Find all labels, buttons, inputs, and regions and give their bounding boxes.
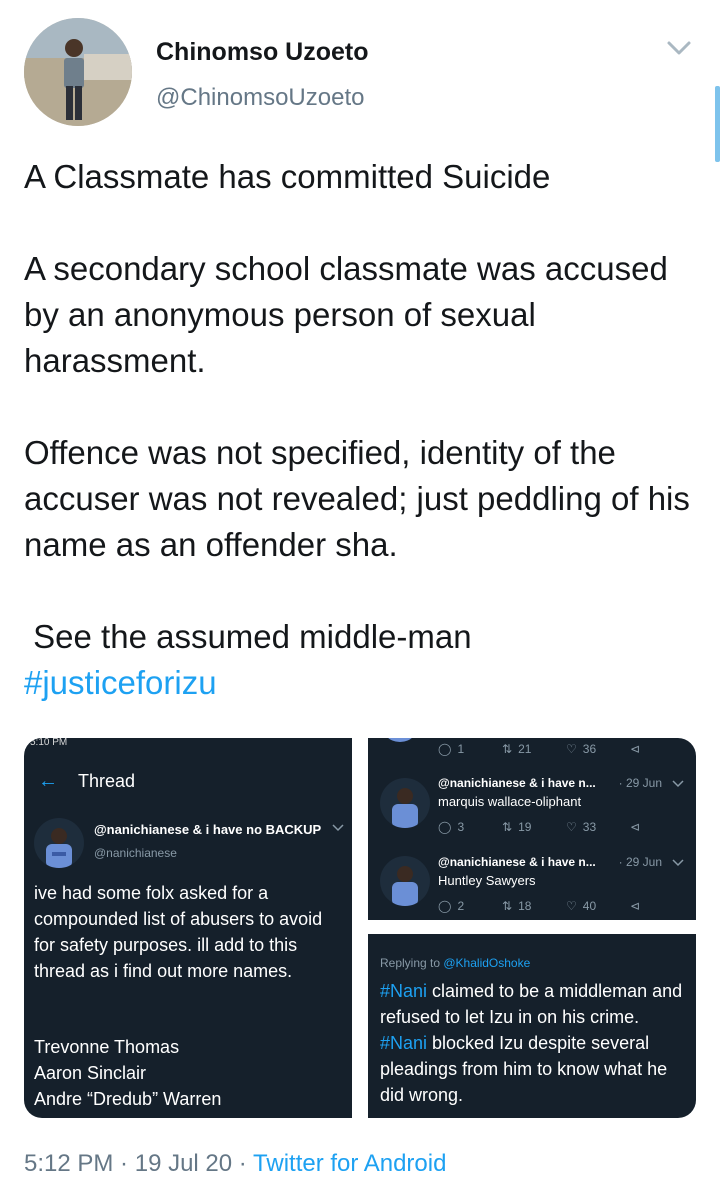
claim-line: #Nani claimed to be a middleman and refu… [380,981,683,1027]
author-name: @nanichianese & i have no BACKUP [94,822,322,837]
list-item: Trevonne Thomas [34,1037,180,1057]
heart-icon: ♡ [566,742,577,756]
retweet-count: ⇅ 21 [502,742,532,756]
media-grid[interactable]: 5:10 PM ← Thread @nanichianese & i have … [24,738,696,1118]
avatar [34,818,84,868]
chevron-down-icon [672,780,684,788]
media-image-replies[interactable]: ◯ 1 ⇅ 21 ♡ 36 ⊲ @nanichianese & i have n...… [368,738,696,920]
share-icon: ⊲ [630,742,641,756]
list-item: Aaron Sinclair [34,1063,147,1083]
hashtag: #Nani [380,981,428,1001]
avatar-photo [24,18,132,126]
claim-body: #Nani claimed to be a middleman and refu… [380,978,690,1108]
author-handle[interactable]: @ChinomsoUzoeto [156,84,364,112]
list-item: Andre “Dredub” Warren [34,1089,222,1109]
cropped-header [368,934,696,944]
comment-icon: ◯ [438,820,452,834]
phone-status-bar: 5:10 PM [24,738,352,752]
like-count: ♡ 33 [566,820,597,834]
avatar [380,778,430,828]
reply-text: marquis wallace-oliphant [438,794,582,809]
like-count: ♡ 36 [566,742,597,756]
share-icon: ⊲ [630,820,641,834]
tweet-header: Chinomso Uzoeto @ChinomsoUzoeto [24,18,696,128]
author-handle: @nanichianese [94,846,177,860]
retweet-icon: ⇅ [502,820,513,834]
tweet-paragraph: Offence was not specified, identity of t… [24,434,690,563]
mention-link: @KhalidOshoke [443,956,531,970]
reply-time: · 29 Jun [618,776,662,790]
heart-icon: ♡ [566,820,577,834]
reply-time: · 29 Jun [618,855,662,869]
avatar [380,738,420,742]
media-image-claim[interactable]: Replying to @KhalidOshoke #Nani claimed … [368,934,696,1118]
hashtag-link[interactable]: #justiceforizu [24,660,704,706]
like-count: ♡ 40 [566,899,597,913]
source-link[interactable]: Twitter for Android [253,1150,446,1177]
tweet-paragraph: A Classmate has committed Suicide [24,158,551,195]
avatar[interactable] [24,18,132,126]
heart-icon: ♡ [566,899,577,913]
author-name[interactable]: Chinomso Uzoeto [156,38,369,67]
tweet-text: A Classmate has committed Suicide A seco… [24,154,704,706]
retweet-count: ⇅ 19 [502,820,532,834]
thread-body: ive had some folx asked for a compounded… [34,883,323,981]
retweet-icon: ⇅ [502,742,513,756]
reply-author: @nanichianese & i have n... [438,776,596,790]
reply-count: ◯ 3 [438,820,465,834]
chevron-down-icon [332,824,344,832]
replying-to: Replying to @KhalidOshoke [380,956,531,970]
comment-icon: ◯ [438,899,452,913]
chevron-down-icon [672,859,684,867]
back-arrow-icon: ← [38,769,58,792]
tweet-meta: 5:12 PM · 19 Jul 20 · Twitter for Androi… [24,1150,447,1177]
tweet-time: 5:12 PM [24,1150,114,1177]
chevron-down-icon[interactable] [666,38,692,58]
avatar [380,856,430,906]
name-list: Trevonne Thomas Aaron Sinclair Andre “Dr… [34,1034,344,1112]
tweet-paragraph: A secondary school classmate was accused… [24,250,668,379]
reply-count: ◯ 2 [438,899,465,913]
reply-count: ◯ 1 [438,742,465,756]
comment-icon: ◯ [438,742,452,756]
thread-header: ← Thread [24,752,352,810]
tweet-paragraph: See the assumed middle-man [24,618,472,655]
retweet-icon: ⇅ [502,899,513,913]
tweet-date: 19 Jul 20 [134,1150,233,1177]
action-bar: ◯ 3 ⇅ 19 ♡ 33 ⊲ [438,820,694,834]
share-icon: ⊲ [630,899,641,913]
reply-author: @nanichianese & i have n... [438,855,596,869]
hashtag: #Nani [380,1033,428,1053]
action-bar: ◯ 1 ⇅ 21 ♡ 36 ⊲ [438,742,694,756]
reply-text: Huntley Sawyers [438,873,536,888]
media-image-thread[interactable]: 5:10 PM ← Thread @nanichianese & i have … [24,738,352,1118]
action-bar: ◯ 2 ⇅ 18 ♡ 40 ⊲ [438,899,694,913]
retweet-count: ⇅ 18 [502,899,532,913]
scroll-indicator[interactable] [715,86,720,162]
thread-title: Thread [78,770,136,791]
claim-line: #Nani blocked Izu despite several pleadi… [380,1033,668,1105]
